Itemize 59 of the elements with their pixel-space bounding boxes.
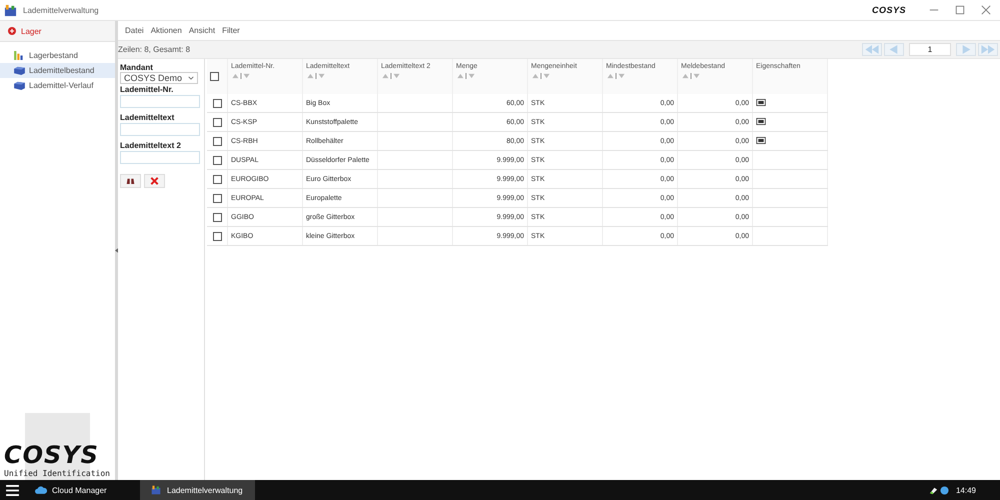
taskbar-item[interactable]: Cloud Manager <box>25 480 140 500</box>
field-label: Mandant <box>120 63 154 72</box>
app-icon <box>150 485 162 495</box>
row-checkbox[interactable] <box>212 118 222 126</box>
menu-item[interactable]: Aktionen <box>150 26 182 35</box>
page-field[interactable]: 1 <box>909 43 951 56</box>
menu-item[interactable]: Ansicht <box>188 26 216 35</box>
close-icon[interactable] <box>981 5 991 15</box>
mandant-dropdown[interactable]: COSYS Demo <box>120 72 198 84</box>
clear-button[interactable] <box>144 174 165 188</box>
sort-arrows-icon[interactable] <box>681 73 701 79</box>
binoculars-icon <box>126 177 135 185</box>
brand-logo: COSYS <box>4 441 99 469</box>
sidebar-header[interactable]: Lager <box>0 21 115 42</box>
sort-arrows-icon[interactable] <box>456 73 476 79</box>
sort-arrows-icon[interactable] <box>531 73 551 79</box>
box-icon <box>14 66 25 75</box>
filter-field[interactable] <box>120 123 200 136</box>
menu-item[interactable]: Datei <box>125 26 144 35</box>
sidebar-item[interactable]: Lademittel-Verlauf <box>0 78 115 93</box>
select-all-checkbox[interactable] <box>210 72 219 81</box>
row-checkbox[interactable] <box>212 212 222 222</box>
maximize-icon[interactable] <box>955 5 965 15</box>
field-label: Lademittel-Nr. <box>120 85 174 94</box>
row-checkbox[interactable] <box>212 98 222 108</box>
row-checkbox[interactable] <box>212 174 222 184</box>
brand-tagline: Unified Identification <box>4 469 110 478</box>
box-icon <box>14 81 25 90</box>
close-icon <box>150 177 159 185</box>
sort-arrows-icon[interactable] <box>231 73 251 79</box>
sort-arrows-icon[interactable] <box>306 73 326 79</box>
sidebar-item[interactable]: Lademittelbestand <box>0 63 115 78</box>
cloud-icon <box>35 485 47 495</box>
search-button[interactable] <box>120 174 141 188</box>
row-count: Zeilen: 8, Gesamt: 8 <box>118 45 190 54</box>
sidebar-item[interactable]: Lagerbestand <box>0 48 115 63</box>
row-checkbox[interactable] <box>212 194 222 202</box>
menu-icon[interactable] <box>6 484 19 496</box>
row-checkbox[interactable] <box>212 232 222 240</box>
chevron-icon <box>188 76 194 80</box>
row-checkbox[interactable] <box>212 136 222 146</box>
field-label: Lademitteltext 2 <box>120 141 182 150</box>
app-icon <box>4 4 17 16</box>
collapse-arrow-icon[interactable] <box>115 248 118 253</box>
bar-chart-icon <box>14 51 25 60</box>
plus-circle-icon <box>8 27 16 35</box>
sort-arrows-icon[interactable] <box>606 73 626 79</box>
globe-icon <box>940 486 949 494</box>
row-checkbox[interactable] <box>212 156 222 164</box>
taskbar-item[interactable]: Lademittelverwaltung <box>140 480 255 500</box>
filter-field[interactable] <box>120 95 200 108</box>
field-label: Lademitteltext <box>120 113 176 122</box>
window-title: Lademittelverwaltung <box>23 6 99 14</box>
clock: 14:49 <box>956 486 976 494</box>
brand-logo: COSYS <box>872 5 906 15</box>
filter-field[interactable] <box>120 151 200 164</box>
menu-item[interactable]: Filter <box>222 26 240 35</box>
sort-arrows-icon[interactable] <box>381 73 401 79</box>
power-plug-icon <box>928 486 938 494</box>
